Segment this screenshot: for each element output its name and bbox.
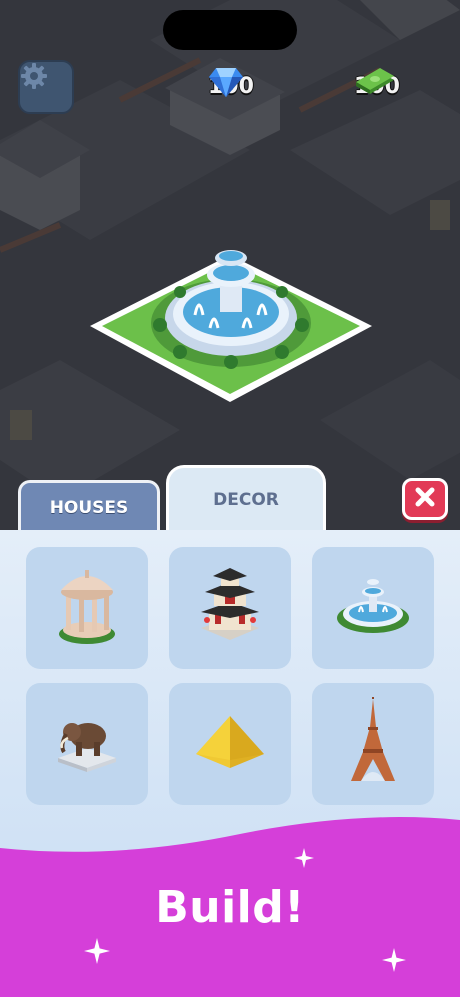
gazebo-icon	[52, 566, 122, 650]
decor-grid	[26, 547, 436, 807]
settings-button[interactable]	[18, 60, 74, 114]
close-button[interactable]	[402, 478, 448, 520]
device-notch	[163, 10, 297, 50]
sparkle-icon	[84, 938, 110, 964]
sparkle-icon	[294, 848, 314, 868]
mammoth-statue-icon	[52, 712, 122, 776]
tab-decor[interactable]: DECOR	[166, 465, 326, 532]
decor-item-mammoth-statue[interactable]	[26, 683, 148, 805]
decor-item-gazebo[interactable]	[26, 547, 148, 669]
gem-counter: 100	[208, 66, 264, 106]
pyramid-icon	[190, 712, 270, 776]
decor-item-fountain[interactable]	[312, 547, 434, 669]
city-scene[interactable]: 100 100	[0, 0, 460, 530]
tab-decor-label: DECOR	[213, 490, 279, 510]
decor-item-pagoda[interactable]	[169, 547, 291, 669]
build-button-label[interactable]: Build!	[0, 882, 460, 933]
fountain-icon	[335, 576, 411, 640]
decor-item-pyramid[interactable]	[169, 683, 291, 805]
sparkle-icon	[382, 948, 406, 972]
close-icon	[413, 485, 437, 513]
cash-counter: 100	[354, 66, 410, 106]
tab-houses-label: HOUSES	[49, 497, 129, 518]
pagoda-icon	[195, 566, 265, 650]
decor-item-eiffel-tower[interactable]	[312, 683, 434, 805]
eiffel-tower-icon	[343, 697, 403, 791]
tab-houses[interactable]: HOUSES	[18, 480, 160, 532]
